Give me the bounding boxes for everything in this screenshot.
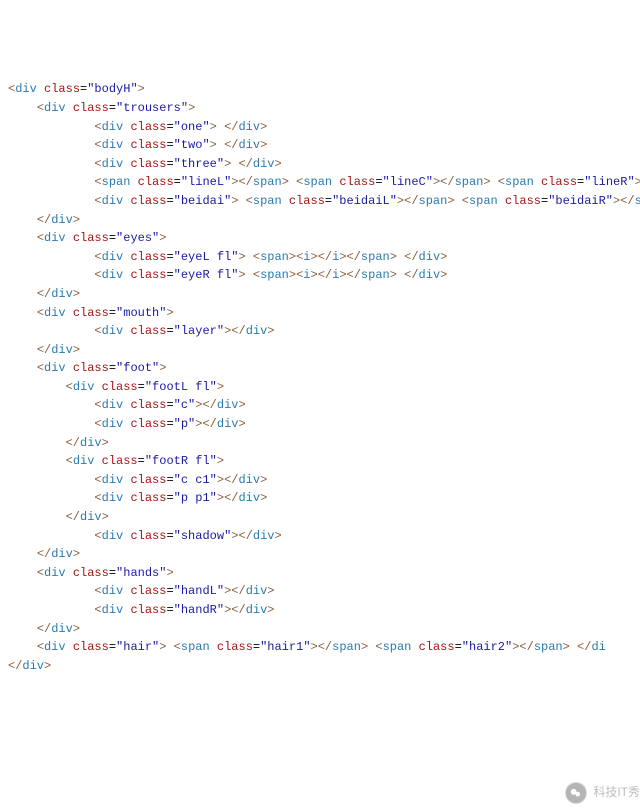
code-line: <div class="shadow"></div> (8, 527, 632, 546)
code-line: <div class="footL fl"> (8, 378, 632, 397)
watermark-text: 科技IT秀 (593, 783, 640, 802)
code-line: <div class="footR fl"> (8, 452, 632, 471)
code-line: <div class="p p1"></div> (8, 489, 632, 508)
code-line: <div class="eyeR fl"> <span><i></i></spa… (8, 266, 632, 285)
code-line: <div class="foot"> (8, 359, 632, 378)
watermark: 科技IT秀 (565, 782, 640, 804)
code-line: </div> (8, 545, 632, 564)
code-line: <div class="layer"></div> (8, 322, 632, 341)
code-line: <div class="trousers"> (8, 99, 632, 118)
code-line: </div> (8, 434, 632, 453)
code-line: <div class="hands"> (8, 564, 632, 583)
code-line: <div class="mouth"> (8, 304, 632, 323)
code-line: <span class="lineL"></span> <span class=… (8, 173, 632, 192)
code-line: <div class="bodyH"> (8, 80, 632, 99)
code-line: </div> (8, 211, 632, 230)
code-line: </div> (8, 620, 632, 639)
code-line: <div class="c"></div> (8, 396, 632, 415)
code-line: <div class="handL"></div> (8, 582, 632, 601)
code-line: </div> (8, 285, 632, 304)
code-line: <div class="one"> </div> (8, 118, 632, 137)
code-line: <div class="beidai"> <span class="beidai… (8, 192, 632, 211)
code-line: <div class="eyes"> (8, 229, 632, 248)
code-line: <div class="two"> </div> (8, 136, 632, 155)
code-line: <div class="eyeL fl"> <span><i></i></spa… (8, 248, 632, 267)
code-line: <div class="p"></div> (8, 415, 632, 434)
code-line: <div class="handR"></div> (8, 601, 632, 620)
wechat-icon (565, 782, 587, 804)
code-line: </div> (8, 341, 632, 360)
code-line: <div class="hair"> <span class="hair1"><… (8, 638, 632, 657)
code-line: </div> (8, 508, 632, 527)
code-line: <div class="c c1"></div> (8, 471, 632, 490)
code-line: <div class="three"> </div> (8, 155, 632, 174)
code-block: <div class="bodyH"> <div class="trousers… (8, 80, 632, 675)
code-line: </div> (8, 657, 632, 676)
